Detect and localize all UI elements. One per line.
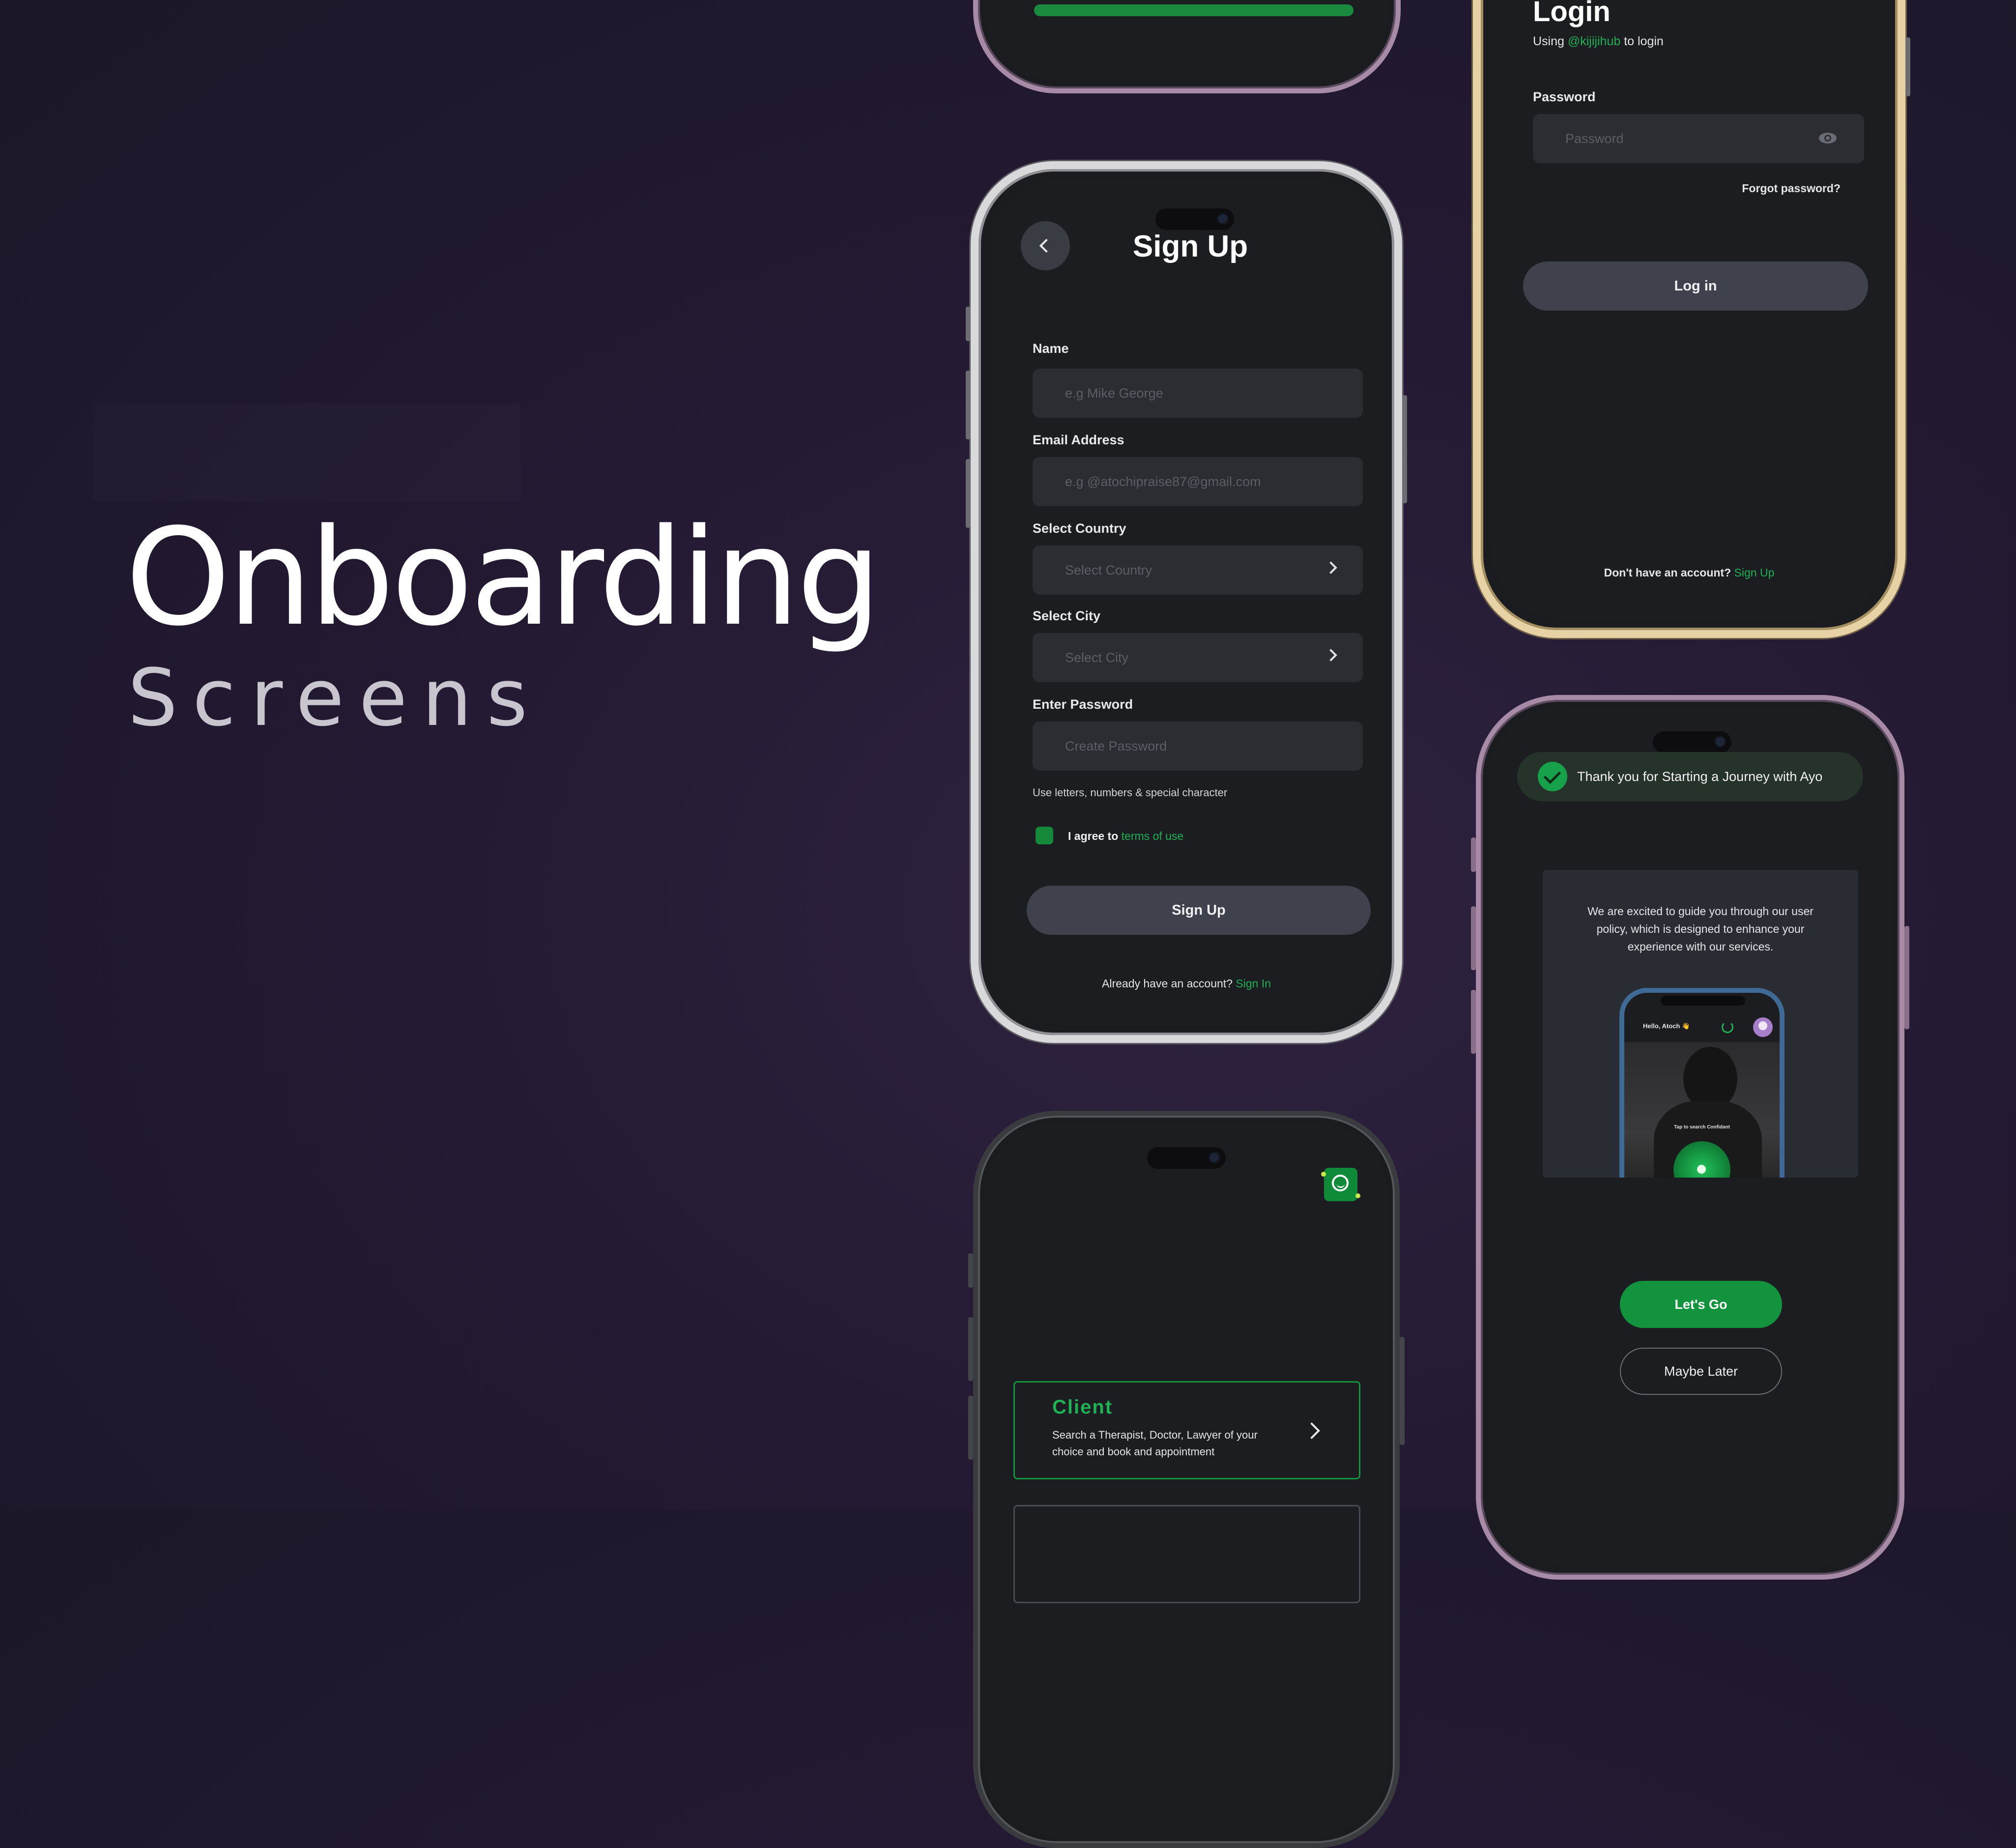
terms-row: I agree to terms of use [1068, 830, 1183, 843]
cropped-green-bar [1034, 4, 1354, 16]
signup-prompt: Don't have an account? Sign Up [1491, 566, 1888, 579]
email-placeholder: e.g @atochipraise87@gmail.com [1065, 474, 1261, 489]
mini-phone-preview: Hello, Atoch 👋 Tap to search Confidant [1619, 988, 1785, 1178]
phone-top-cropped [973, 0, 1401, 93]
hero-title: Onboarding [125, 500, 882, 656]
people-icon [1697, 1165, 1706, 1174]
password-input[interactable]: Password [1533, 114, 1864, 163]
chevron-right-icon [1303, 1422, 1320, 1439]
welcome-banner: Thank you for Starting a Journey with Ay… [1517, 752, 1863, 801]
app-logo-icon [1321, 1168, 1360, 1201]
signup-link[interactable]: Sign Up [1734, 566, 1775, 579]
banner-text: Thank you for Starting a Journey with Ay… [1577, 769, 1823, 784]
email-input[interactable]: e.g @atochipraise87@gmail.com [1033, 457, 1363, 506]
agree-text: I agree to [1068, 830, 1119, 842]
login-button[interactable]: Log in [1523, 261, 1868, 311]
dynamic-island [1653, 731, 1731, 753]
city-label: Select City [1033, 608, 1101, 623]
terms-link[interactable]: terms of use [1122, 830, 1184, 842]
refresh-icon [1722, 1021, 1733, 1033]
password-placeholder: Create Password [1065, 738, 1167, 753]
lets-go-button[interactable]: Let's Go [1620, 1281, 1782, 1328]
signup-button[interactable]: Sign Up [1027, 886, 1371, 935]
client-title: Client [1052, 1396, 1113, 1418]
name-placeholder: e.g Mike George [1065, 385, 1163, 401]
city-placeholder: Select City [1065, 650, 1129, 665]
client-description: Search a Therapist, Doctor, Lawyer of yo… [1052, 1429, 1258, 1458]
password-hint: Use letters, numbers & special character [1033, 786, 1228, 799]
phone-signup: Sign Up Name e.g Mike George Email Addre… [966, 161, 1407, 1043]
login-subtitle: Using @kijijihub to login [1533, 34, 1664, 49]
signin-prompt-text: Already have an account? [1102, 977, 1233, 990]
city-select[interactable]: Select City [1033, 633, 1363, 682]
dynamic-island [1155, 208, 1234, 230]
name-input[interactable]: e.g Mike George [1033, 369, 1363, 418]
mini-greeting: Hello, Atoch 👋 [1643, 1022, 1690, 1030]
country-label: Select Country [1033, 521, 1126, 536]
forgot-password-link[interactable]: Forgot password? [1742, 182, 1841, 195]
next-role-card[interactable] [1013, 1505, 1360, 1603]
using-prefix: Using [1533, 34, 1564, 48]
decorative-panel [93, 403, 521, 501]
terms-checkbox[interactable] [1036, 827, 1053, 844]
dynamic-island [1147, 1147, 1226, 1169]
signin-link[interactable]: Sign In [1236, 977, 1271, 990]
chevron-right-icon [1325, 561, 1337, 574]
login-title: Login [1533, 0, 1611, 28]
page-title: Sign Up [1132, 230, 1248, 263]
client-role-card[interactable]: Client Search a Therapist, Doctor, Lawye… [1013, 1381, 1360, 1479]
using-suffix: to login [1624, 34, 1664, 48]
phone-role-select: Client Search a Therapist, Doctor, Lawye… [968, 1111, 1405, 1848]
password-input[interactable]: Create Password [1033, 722, 1363, 771]
policy-text: We are excited to guide you through our … [1587, 905, 1814, 953]
avatar [1753, 1017, 1773, 1037]
password-label: Enter Password [1033, 697, 1133, 712]
country-placeholder: Select Country [1065, 562, 1152, 578]
password-placeholder: Password [1565, 131, 1624, 146]
policy-card: We are excited to guide you through our … [1543, 870, 1858, 1178]
password-label: Password [1533, 89, 1596, 104]
email-label: Email Address [1033, 433, 1124, 447]
phone-login: Login Using @kijijihub to login Password… [1473, 0, 1910, 638]
handle-link[interactable]: @kijijihub [1568, 34, 1620, 48]
hero-subtitle: Screens [128, 652, 543, 744]
chevron-right-icon [1325, 649, 1337, 662]
checkmark-icon [1538, 762, 1567, 791]
signin-prompt: Already have an account? Sign In [988, 977, 1384, 990]
maybe-later-button[interactable]: Maybe Later [1620, 1348, 1782, 1395]
eye-icon[interactable] [1818, 131, 1838, 145]
country-select[interactable]: Select Country [1033, 546, 1363, 595]
mini-caption: Tap to search Confidant [1674, 1125, 1730, 1130]
signup-prompt-text: Don't have an account? [1604, 566, 1731, 579]
name-label: Name [1033, 341, 1069, 356]
phone-welcome: Thank you for Starting a Journey with Ay… [1471, 695, 1909, 1580]
